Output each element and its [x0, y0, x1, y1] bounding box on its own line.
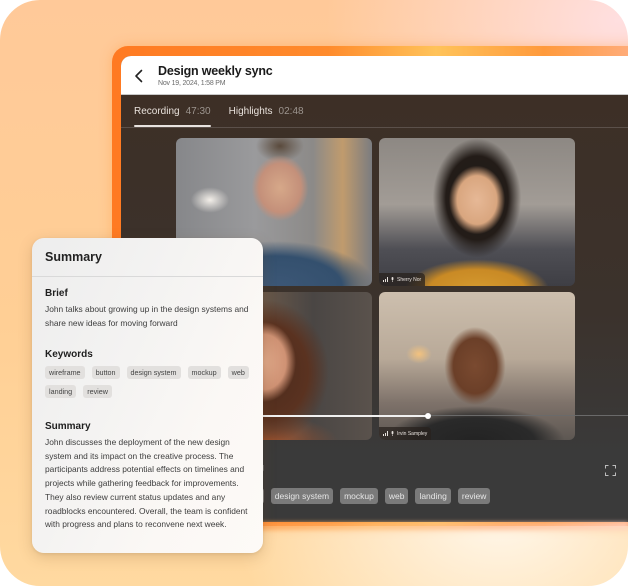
brief-heading: Brief	[45, 288, 68, 299]
meeting-title: Design weekly sync	[158, 64, 273, 78]
fullscreen-icon	[605, 465, 616, 476]
keyword-chip[interactable]: button	[91, 366, 120, 379]
summary-card: Summary Brief John talks about growing u…	[32, 238, 263, 553]
background-frame: Design weekly sync Nov 19, 2024, 1:58 PM…	[0, 0, 628, 586]
signal-bars-icon	[383, 431, 388, 436]
signal-bars-icon	[383, 277, 388, 282]
scrubber-handle[interactable]	[424, 413, 431, 419]
keyword-chip[interactable]: review	[83, 385, 112, 398]
tab-duration: 02:48	[278, 106, 304, 117]
keyword-chip[interactable]: landing	[415, 488, 451, 504]
keyword-chip[interactable]: mockup	[340, 488, 378, 504]
chevron-left-icon	[135, 69, 143, 83]
keywords-heading: Keywords	[45, 349, 93, 360]
keyword-chip[interactable]: wireframe	[45, 366, 85, 379]
participant-name: Irvin Sampley	[397, 430, 428, 437]
microphone-icon	[391, 277, 394, 282]
summary-text: John discusses the deployment of the new…	[45, 437, 248, 530]
tab-label: Highlights	[228, 106, 273, 117]
tab-recording[interactable]: Recording 47:30	[134, 106, 211, 127]
keyword-chip[interactable]: landing	[45, 385, 77, 398]
window-header: Design weekly sync Nov 19, 2024, 1:58 PM	[121, 56, 628, 95]
keyword-list: wireframe button design system mockup we…	[45, 366, 255, 398]
keyword-chip[interactable]: web	[227, 366, 249, 379]
keyword-chip[interactable]: web	[384, 488, 409, 504]
participant-name-tag: Sherry Nor	[379, 273, 426, 286]
back-button[interactable]	[129, 65, 149, 87]
participant-name: Sherry Nor	[397, 276, 422, 283]
summary-card-title: Summary	[45, 250, 102, 264]
summary-heading: Summary	[45, 421, 91, 432]
tab-duration: 47:30	[185, 106, 211, 117]
tab-highlights[interactable]: Highlights 02:48	[229, 106, 304, 127]
brief-text: John talks about growing up in the desig…	[45, 304, 249, 328]
keyword-chip[interactable]: review	[457, 488, 491, 504]
microphone-icon	[391, 431, 394, 436]
keyword-chip[interactable]: design system	[126, 366, 181, 379]
meeting-datetime: Nov 19, 2024, 1:58 PM	[158, 80, 226, 87]
participant-tile[interactable]: Sherry Nor	[379, 138, 575, 286]
card-divider	[32, 276, 263, 277]
participant-name-tag: Irvin Sampley	[379, 427, 432, 440]
tab-divider	[121, 127, 628, 128]
tab-label: Recording	[134, 106, 180, 117]
keyword-chip[interactable]: mockup	[187, 366, 221, 379]
keyword-chip[interactable]: design system	[270, 488, 334, 504]
window-keyword-chips: n design system mockup web landing revie…	[251, 488, 491, 504]
tab-bar: Recording 47:30 Highlights 02:48	[134, 106, 304, 127]
fullscreen-button[interactable]	[605, 463, 616, 476]
window-bottom-glow	[250, 522, 628, 530]
